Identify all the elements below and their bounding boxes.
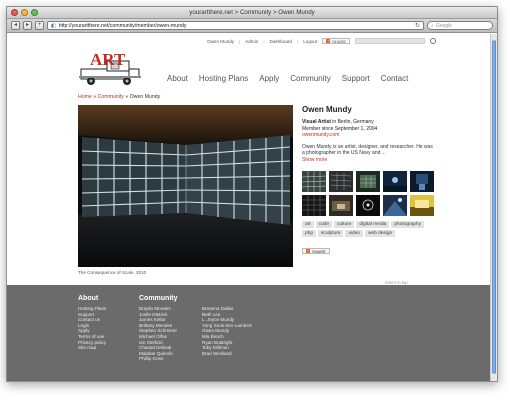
nav-item-support[interactable]: Support	[342, 74, 370, 83]
browser-search-placeholder: Google	[435, 22, 452, 29]
utility-bar: Owen Mundy | Admin | Dashboard | Logout …	[207, 38, 437, 44]
footer-member-link[interactable]: Brad Wickland	[202, 351, 252, 357]
browser-search-field[interactable]: ⌕ Google	[427, 21, 493, 30]
back-button[interactable]: ◂	[11, 21, 20, 30]
profile-website-link[interactable]: owenmundy.com	[302, 132, 437, 139]
browser-toolbar: ◂ ▸ + ◧ http://yourartthere.net/communit…	[7, 19, 497, 33]
reload-icon[interactable]: ↻	[415, 22, 420, 29]
tag-code[interactable]: code	[315, 221, 333, 228]
footer-link[interactable]: Site map	[78, 345, 106, 351]
site-logo[interactable]: ART	[77, 47, 147, 93]
profile-bio-text: Owen Mundy is an artist, designer, and r…	[302, 143, 433, 157]
show-more-link[interactable]: Show more	[302, 157, 437, 164]
site-footer: About Hosting Plans Support Contact us L…	[7, 285, 490, 381]
tag-web-design[interactable]: web design	[364, 230, 396, 237]
profile-panel: Owen Mundy Visual Artist in Berlin, Germ…	[302, 105, 437, 163]
share-plus-icon: +	[326, 38, 331, 43]
footer-community-column: Community Braylin Morales Joelle Dietric…	[139, 295, 178, 362]
footer-link[interactable]: Hosting Plans	[78, 306, 106, 312]
nav-item-community[interactable]: Community	[290, 74, 330, 83]
nav-item-hosting-plans[interactable]: Hosting Plans	[199, 74, 248, 83]
page-content: Owen Mundy | Admin | Dashboard | Logout …	[7, 34, 490, 381]
scrollbar-thumb[interactable]	[492, 40, 496, 374]
thumbnail[interactable]	[356, 195, 380, 216]
artwork-thumbnails	[302, 171, 437, 216]
share-label-top: SHARE	[332, 38, 347, 44]
breadcrumb-current: Owen Mundy	[129, 94, 161, 100]
thumbnail[interactable]	[302, 195, 326, 216]
tag-digital-media[interactable]: digital media	[356, 221, 390, 228]
thumbnail[interactable]	[383, 171, 407, 192]
share-button-profile[interactable]: + SHARE	[302, 248, 330, 254]
logo-text: ART	[90, 50, 126, 69]
profile-role: Visual Artist	[302, 119, 331, 125]
breadcrumb-home[interactable]: Home	[78, 94, 92, 100]
footer-community-column-2: Breanna Dallas Beth Lee L. Joyce Mundy Y…	[202, 306, 252, 356]
vertical-scrollbar[interactable]	[490, 34, 497, 381]
footer-link[interactable]: Terms of use	[78, 334, 106, 340]
address-bar[interactable]: ◧ http://yourartthere.net/community/memb…	[47, 21, 424, 30]
util-link-dashboard[interactable]: Dashboard	[270, 39, 292, 44]
tag-sculpture[interactable]: sculpture	[318, 230, 344, 237]
title-bar: yourartthere.net > Community > Owen Mund…	[7, 7, 497, 19]
nav-item-apply[interactable]: Apply	[259, 74, 279, 83]
breadcrumb: Home » Community » Owen Mundy	[78, 94, 161, 100]
nav-item-about[interactable]: About	[167, 74, 188, 83]
thumbnail[interactable]	[302, 171, 326, 192]
forward-button[interactable]: ▸	[23, 21, 32, 30]
tag-list: art code culture digital media photograp…	[302, 221, 437, 237]
add-bookmark-button[interactable]: +	[35, 21, 44, 30]
browser-window: yourartthere.net > Community > Owen Mund…	[6, 6, 498, 382]
nav-item-contact[interactable]: Contact	[381, 74, 409, 83]
util-link-logout[interactable]: Logout	[303, 39, 317, 44]
tag-culture[interactable]: culture	[334, 221, 355, 228]
thumbnail[interactable]	[356, 171, 380, 192]
util-link-user[interactable]: Owen Mundy	[207, 39, 234, 44]
featured-artwork-image[interactable]	[78, 105, 293, 267]
tag-art[interactable]: art	[302, 221, 314, 228]
minimize-window-button[interactable]	[21, 9, 28, 16]
share-button-top[interactable]: + SHARE	[322, 38, 351, 44]
footer-about-title: About	[78, 295, 99, 302]
footer-member-link[interactable]: Phillip Goss	[139, 356, 178, 362]
thumbnail[interactable]	[329, 171, 353, 192]
share-plus-icon: +	[306, 248, 310, 253]
url-text: http://yourartthere.net/community/member…	[58, 22, 187, 29]
site-icon: ◧	[51, 22, 56, 29]
window-title: yourartthere.net > Community > Owen Mund…	[189, 9, 315, 16]
breadcrumb-community[interactable]: Community	[98, 94, 124, 100]
profile-location: in Berlin, Germany	[330, 119, 374, 125]
thumbnail[interactable]	[383, 195, 407, 216]
tag-video[interactable]: video	[345, 230, 363, 237]
tag-photography[interactable]: photography	[391, 221, 425, 228]
search-icon: ⌕	[431, 22, 434, 29]
site-search-input[interactable]	[355, 38, 426, 44]
profile-meta: Visual Artist in Berlin, Germany Member …	[302, 119, 437, 139]
profile-bio: Owen Mundy is an artist, designer, and r…	[302, 144, 437, 164]
main-nav: About Hosting Plans Apply Community Supp…	[167, 74, 408, 83]
thumbnail[interactable]	[410, 195, 434, 216]
site-search-icon[interactable]	[430, 38, 437, 44]
thumbnail[interactable]	[329, 195, 353, 216]
footer-community-title: Community	[139, 295, 178, 302]
close-window-button[interactable]	[11, 9, 18, 16]
footer-about-column: About Hosting Plans Support Contact us L…	[78, 295, 106, 351]
share-label-profile: SHARE	[312, 248, 326, 254]
tag-php[interactable]: php	[302, 230, 317, 237]
zoom-window-button[interactable]	[31, 9, 38, 16]
profile-name: Owen Mundy	[302, 105, 352, 114]
util-link-admin[interactable]: Admin	[245, 39, 258, 44]
artwork-caption: The Consequence of Scale, 2010	[78, 270, 147, 275]
thumbnail[interactable]	[410, 171, 434, 192]
window-controls	[11, 9, 38, 16]
